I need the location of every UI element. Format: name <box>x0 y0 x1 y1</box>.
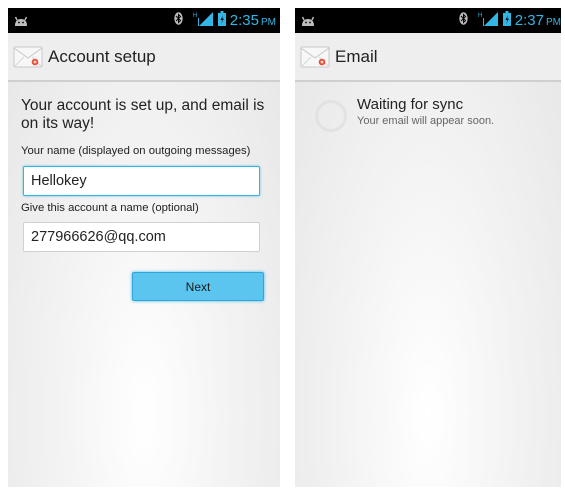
svg-text:H: H <box>478 13 482 19</box>
bluetooth-icon <box>459 11 468 30</box>
status-bar: H 2:37 PM <box>295 8 561 33</box>
loading-spinner-icon <box>315 100 347 132</box>
action-bar: Email <box>295 33 561 82</box>
bluetooth-icon <box>174 11 183 30</box>
action-bar: Account setup <box>8 33 280 82</box>
sync-status-title: Waiting for sync <box>357 96 464 113</box>
email-sync-screen: H 2:37 PM Email Waiting for sync Your em… <box>295 8 561 487</box>
battery-icon <box>502 10 511 31</box>
battery-icon <box>217 10 226 31</box>
status-time: 2:37 PM <box>514 12 561 29</box>
setup-content: Your account is set up, and email is on … <box>8 82 280 487</box>
sync-status-subtitle: Your email will appear soon. <box>357 115 495 127</box>
page-title: Account setup <box>48 46 156 66</box>
setup-complete-heading: Your account is set up, and email is on … <box>21 97 265 132</box>
email-envelope-icon[interactable] <box>13 45 43 69</box>
signal-strength-icon: H <box>193 11 215 31</box>
account-name-input[interactable] <box>23 222 260 252</box>
android-notification-icon <box>301 14 315 32</box>
status-bar: H 2:35 PM <box>8 8 280 33</box>
page-title: Email <box>335 46 378 66</box>
account-name-label: Give this account a name (optional) <box>21 202 199 214</box>
svg-text:H: H <box>193 13 197 19</box>
your-name-input[interactable] <box>23 166 260 196</box>
status-time: 2:35 PM <box>229 12 276 29</box>
android-notification-icon <box>14 14 28 32</box>
sync-content: Waiting for sync Your email will appear … <box>295 82 561 487</box>
account-setup-screen: H 2:35 PM Account setup Your account is … <box>8 8 280 487</box>
next-button[interactable]: Next <box>132 272 264 301</box>
signal-strength-icon: H <box>478 11 500 31</box>
email-envelope-icon[interactable] <box>300 45 330 69</box>
your-name-label: Your name (displayed on outgoing message… <box>21 145 251 157</box>
